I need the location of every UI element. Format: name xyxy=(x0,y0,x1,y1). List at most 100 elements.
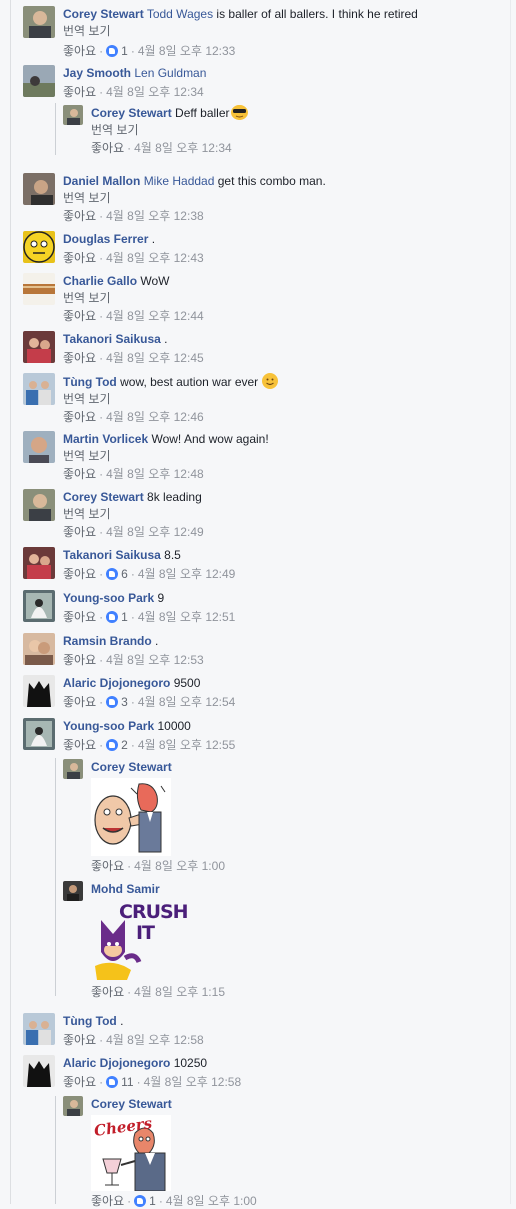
timestamp[interactable]: 4월 8일 오후 12:34 xyxy=(106,85,204,99)
avatar[interactable] xyxy=(23,373,55,405)
like-button[interactable]: 좋아요 xyxy=(91,1194,124,1208)
tagged-user[interactable]: Mike Haddad xyxy=(144,174,215,188)
reaction-count[interactable]: 6 xyxy=(118,567,128,581)
timestamp[interactable]: 4월 8일 오후 12:49 xyxy=(106,525,204,539)
like-button[interactable]: 좋아요 xyxy=(91,985,124,999)
avatar[interactable] xyxy=(23,331,55,363)
commenter-name[interactable]: Takanori Saikusa xyxy=(63,332,161,346)
commenter-name[interactable]: Alaric Djojonegoro xyxy=(63,676,170,690)
avatar[interactable] xyxy=(23,489,55,521)
like-button[interactable]: 좋아요 xyxy=(63,467,96,481)
commenter-name[interactable]: Jay Smooth xyxy=(63,66,131,80)
avatar[interactable] xyxy=(23,718,55,750)
translate-link[interactable]: 번역 보기 xyxy=(63,391,503,407)
like-button[interactable]: 좋아요 xyxy=(63,410,96,424)
reaction-count[interactable]: 2 xyxy=(118,738,128,752)
translate-link[interactable]: 번역 보기 xyxy=(63,190,503,206)
like-button[interactable]: 좋아요 xyxy=(63,351,96,365)
commenter-name[interactable]: Tùng Tod xyxy=(63,1014,117,1028)
avatar[interactable] xyxy=(23,231,55,263)
like-button[interactable]: 좋아요 xyxy=(91,859,124,873)
sticker-image[interactable] xyxy=(91,778,171,856)
like-button[interactable]: 좋아요 xyxy=(63,44,96,58)
timestamp[interactable]: 4월 8일 오후 12:55 xyxy=(138,738,236,752)
translate-link[interactable]: 번역 보기 xyxy=(63,23,503,39)
translate-link[interactable]: 번역 보기 xyxy=(63,506,503,522)
timestamp[interactable]: 4월 8일 오후 12:54 xyxy=(138,695,236,709)
reaction-count[interactable]: 1 xyxy=(118,44,128,58)
timestamp[interactable]: 4월 8일 오후 12:44 xyxy=(106,309,204,323)
timestamp[interactable]: 4월 8일 오후 12:33 xyxy=(138,44,236,58)
timestamp[interactable]: 4월 8일 오후 12:45 xyxy=(106,351,204,365)
translate-link[interactable]: 번역 보기 xyxy=(63,448,503,464)
like-reaction-icon[interactable] xyxy=(106,696,119,708)
timestamp[interactable]: 4월 8일 오후 1:15 xyxy=(134,985,225,999)
timestamp[interactable]: 4월 8일 오후 1:00 xyxy=(134,859,225,873)
like-button[interactable]: 좋아요 xyxy=(63,1033,96,1047)
timestamp[interactable]: 4월 8일 오후 12:43 xyxy=(106,251,204,265)
tagged-user[interactable]: Todd Wages xyxy=(147,7,213,21)
like-reaction-icon[interactable] xyxy=(106,1076,119,1088)
timestamp[interactable]: 4월 8일 오후 12:48 xyxy=(106,467,204,481)
timestamp[interactable]: 4월 8일 오후 12:58 xyxy=(106,1033,204,1047)
like-button[interactable]: 좋아요 xyxy=(63,567,96,581)
commenter-name[interactable]: Corey Stewart xyxy=(63,7,144,21)
like-button[interactable]: 좋아요 xyxy=(63,653,96,667)
avatar[interactable] xyxy=(23,1055,55,1087)
commenter-name[interactable]: Daniel Mallon xyxy=(63,174,140,188)
like-button[interactable]: 좋아요 xyxy=(63,525,96,539)
avatar[interactable] xyxy=(23,273,55,305)
commenter-name[interactable]: Martin Vorlicek xyxy=(63,432,148,446)
commenter-name[interactable]: Charlie Gallo xyxy=(63,274,137,288)
avatar[interactable] xyxy=(63,105,83,125)
timestamp[interactable]: 4월 8일 오후 12:51 xyxy=(138,610,236,624)
avatar[interactable] xyxy=(63,1096,83,1116)
commenter-name[interactable]: Corey Stewart xyxy=(91,1097,172,1111)
like-reaction-icon[interactable] xyxy=(106,45,119,57)
timestamp[interactable]: 4월 8일 오후 12:46 xyxy=(106,410,204,424)
avatar[interactable] xyxy=(63,759,83,779)
reaction-count[interactable]: 1 xyxy=(118,610,128,624)
like-button[interactable]: 좋아요 xyxy=(63,738,96,752)
reaction-count[interactable]: 11 xyxy=(118,1075,133,1089)
reaction-count[interactable]: 3 xyxy=(118,695,128,709)
like-button[interactable]: 좋아요 xyxy=(63,1075,96,1089)
tagged-user[interactable]: Len Guldman xyxy=(134,66,206,80)
timestamp[interactable]: 4월 8일 오후 12:38 xyxy=(106,209,204,223)
commenter-name[interactable]: Douglas Ferrer xyxy=(63,232,148,246)
avatar[interactable] xyxy=(63,881,83,901)
timestamp[interactable]: 4월 8일 오후 1:00 xyxy=(166,1194,257,1208)
like-button[interactable]: 좋아요 xyxy=(63,85,96,99)
avatar[interactable] xyxy=(23,65,55,97)
avatar[interactable] xyxy=(23,1013,55,1045)
avatar[interactable] xyxy=(23,6,55,38)
avatar[interactable] xyxy=(23,590,55,622)
translate-link[interactable]: 번역 보기 xyxy=(63,290,503,306)
commenter-name[interactable]: Tùng Tod xyxy=(63,375,117,389)
like-button[interactable]: 좋아요 xyxy=(91,141,124,155)
timestamp[interactable]: 4월 8일 오후 12:34 xyxy=(134,141,232,155)
avatar[interactable] xyxy=(23,173,55,205)
commenter-name[interactable]: Takanori Saikusa xyxy=(63,548,161,562)
avatar[interactable] xyxy=(23,431,55,463)
commenter-name[interactable]: Corey Stewart xyxy=(91,106,172,120)
timestamp[interactable]: 4월 8일 오후 12:49 xyxy=(138,567,236,581)
avatar[interactable] xyxy=(23,633,55,665)
like-button[interactable]: 좋아요 xyxy=(63,251,96,265)
commenter-name[interactable]: Alaric Djojonegoro xyxy=(63,1056,170,1070)
like-reaction-icon[interactable] xyxy=(106,568,119,580)
translate-link[interactable]: 번역 보기 xyxy=(91,122,516,138)
like-reaction-icon[interactable] xyxy=(106,739,119,751)
sticker-image[interactable]: CRUSH IT xyxy=(91,900,189,982)
reaction-count[interactable]: 1 xyxy=(146,1194,156,1208)
avatar[interactable] xyxy=(23,675,55,707)
like-button[interactable]: 좋아요 xyxy=(63,309,96,323)
like-reaction-icon[interactable] xyxy=(134,1195,147,1207)
like-button[interactable]: 좋아요 xyxy=(63,610,96,624)
like-button[interactable]: 좋아요 xyxy=(63,209,96,223)
avatar[interactable] xyxy=(23,547,55,579)
commenter-name[interactable]: Corey Stewart xyxy=(63,490,144,504)
commenter-name[interactable]: Mohd Samir xyxy=(91,882,160,896)
commenter-name[interactable]: Corey Stewart xyxy=(91,760,172,774)
sticker-image[interactable]: Cheers xyxy=(91,1114,171,1192)
